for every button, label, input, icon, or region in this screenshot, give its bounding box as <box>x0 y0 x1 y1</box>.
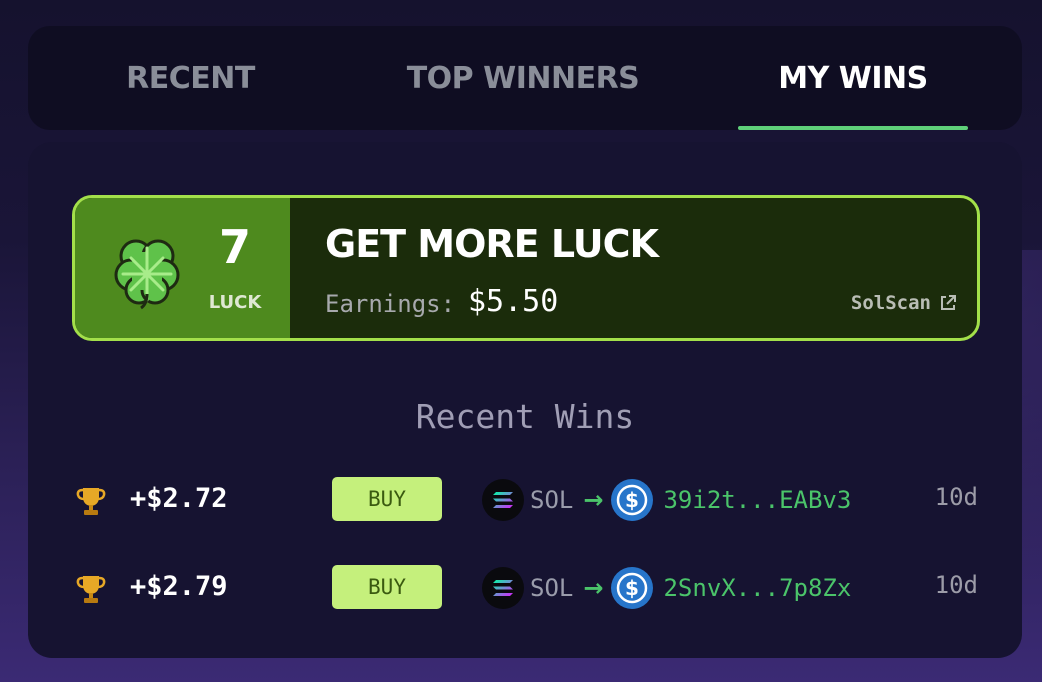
win-amount: +$2.79 <box>130 571 228 602</box>
tab-recent[interactable]: RECENT <box>28 26 353 130</box>
get-more-luck-title: GET MORE LUCK <box>325 222 659 266</box>
arrow-right-icon: → <box>583 486 604 514</box>
four-leaf-clover-icon <box>114 239 180 310</box>
trophy-icon <box>76 576 106 603</box>
from-token: SOL <box>530 486 574 514</box>
win-age: 10d <box>934 483 978 511</box>
win-age: 10d <box>934 571 978 599</box>
external-link-icon <box>941 295 956 310</box>
solana-icon <box>482 567 524 609</box>
my-wins-panel: 7 LUCK GET MORE LUCK Earnings: $5.50 Sol… <box>28 142 1022 658</box>
transaction-link[interactable]: 39i2t...EABv3 <box>663 486 851 514</box>
usdc-icon: $ <box>611 567 654 609</box>
tab-bar: RECENT TOP WINNERS MY WINS <box>28 26 1022 130</box>
swap-route: SOL → $ 39i2t...EABv3 <box>482 475 851 525</box>
win-row: +$2.79 BUY SOL → $ 2SnvX...7p8Zx 10d <box>28 563 1022 613</box>
buy-button[interactable]: BUY <box>332 477 442 521</box>
luck-count: 7 <box>218 220 251 274</box>
tab-my-wins[interactable]: MY WINS <box>738 26 968 130</box>
win-amount: +$2.72 <box>130 483 228 514</box>
solana-icon <box>482 479 524 521</box>
luck-label: LUCK <box>208 292 262 313</box>
svg-text:$: $ <box>626 576 640 600</box>
trophy-icon <box>76 488 106 515</box>
buy-button[interactable]: BUY <box>332 565 442 609</box>
recent-wins-title: Recent Wins <box>415 397 635 436</box>
active-tab-indicator <box>738 126 968 130</box>
swap-route: SOL → $ 2SnvX...7p8Zx <box>482 563 851 613</box>
get-more-luck-card[interactable]: 7 LUCK GET MORE LUCK Earnings: $5.50 Sol… <box>72 195 980 341</box>
earnings-value: $5.50 <box>468 284 559 319</box>
tab-top-winners[interactable]: TOP WINNERS <box>353 26 693 130</box>
svg-text:$: $ <box>626 488 640 512</box>
solscan-label: SolScan <box>850 292 931 314</box>
win-row: +$2.72 BUY SOL → $ 39i2t...EABv3 10d <box>28 475 1022 525</box>
usdc-icon: $ <box>611 479 654 521</box>
arrow-right-icon: → <box>583 574 604 602</box>
luck-counter: 7 LUCK <box>75 198 290 338</box>
transaction-link[interactable]: 2SnvX...7p8Zx <box>663 574 851 602</box>
earnings-label: Earnings: <box>325 290 456 318</box>
solscan-link[interactable]: SolScan <box>851 292 957 314</box>
from-token: SOL <box>530 574 574 602</box>
